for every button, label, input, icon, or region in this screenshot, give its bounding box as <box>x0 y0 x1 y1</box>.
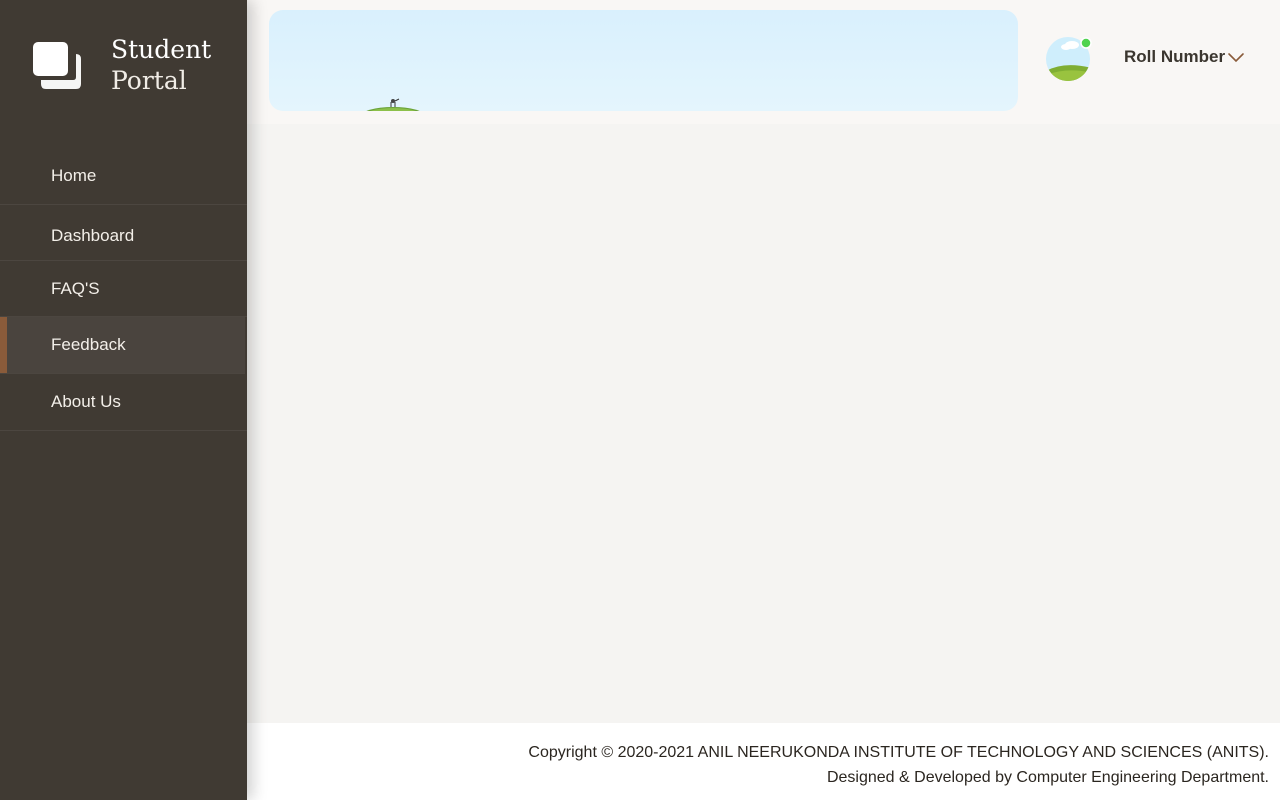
sidebar-item-label: FAQ'S <box>51 278 100 298</box>
avatar-landscape-icon <box>1046 37 1092 81</box>
top-bar: Roll Number <box>247 0 1280 124</box>
sidebar-item-label: Home <box>51 166 97 185</box>
sidebar-item-about-us[interactable]: About Us <box>0 374 247 431</box>
roll-number-label: Roll Number <box>1124 47 1226 66</box>
sidebar-nav: Home Dashboard FAQ'S Feedback About Us <box>0 148 247 431</box>
sidebar-item-home[interactable]: Home <box>0 148 247 205</box>
stacked-squares-logo-icon <box>33 42 81 89</box>
footer: Copyright © 2020-2021 ANIL NEERUKONDA IN… <box>247 723 1280 800</box>
sidebar-item-faqs[interactable]: FAQ'S <box>0 261 247 317</box>
sidebar-item-label: Feedback <box>51 335 126 354</box>
brand[interactable]: Student Portal <box>32 34 232 104</box>
sidebar-item-label: Dashboard <box>51 225 135 245</box>
avatar[interactable] <box>1046 35 1092 81</box>
roll-number-dropdown[interactable]: Roll Number <box>1124 45 1245 69</box>
brand-title: Student Portal <box>111 34 211 96</box>
hill-illustration <box>366 98 420 111</box>
header-banner <box>269 10 1018 111</box>
sidebar-item-feedback[interactable]: Feedback <box>0 317 245 374</box>
footer-credit: Designed & Developed by Computer Enginee… <box>826 769 1269 786</box>
sidebar-item-label: About Us <box>51 392 121 411</box>
sidebar: Student Portal Home Dashboard FAQ'S Feed… <box>0 0 247 800</box>
brand-line2: Portal <box>111 66 187 95</box>
footer-copyright: Copyright © 2020-2021 ANIL NEERUKONDA IN… <box>528 744 1269 761</box>
brand-line1: Student <box>111 35 212 64</box>
chevron-down-icon <box>1228 53 1244 63</box>
online-status-dot <box>1080 37 1092 49</box>
main-content <box>247 124 1280 723</box>
sidebar-item-dashboard[interactable]: Dashboard <box>0 205 247 261</box>
